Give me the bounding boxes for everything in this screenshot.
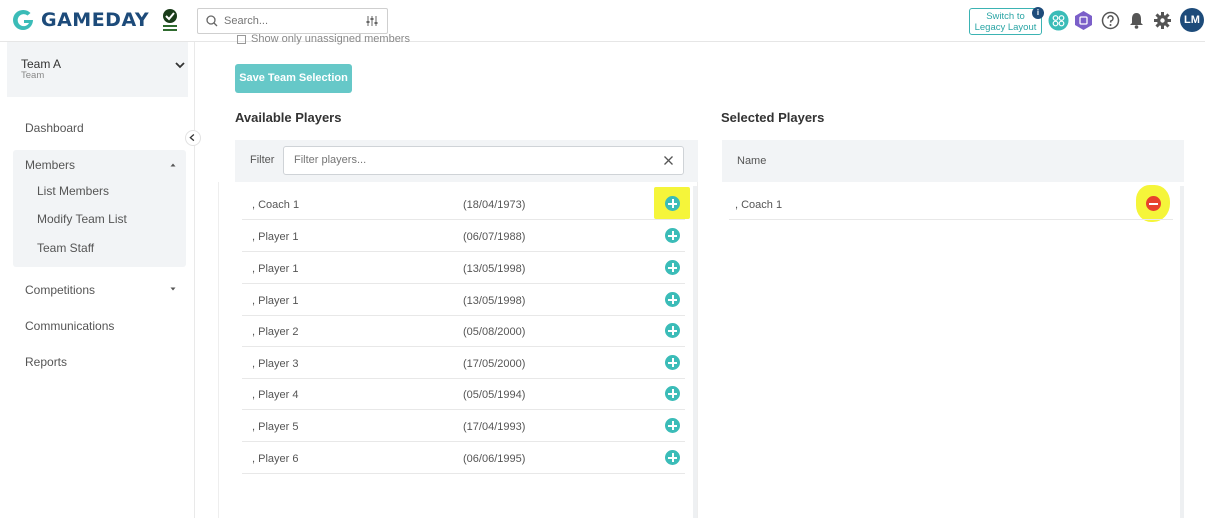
player-name: , Coach 1: [252, 199, 300, 211]
player-row: , Player 1 (06/07/1988): [242, 220, 685, 252]
scrollbar[interactable]: [1180, 186, 1184, 518]
sidebar-subitem-team-staff[interactable]: Team Staff: [37, 241, 94, 255]
filter-players-input[interactable]: [283, 146, 684, 175]
passport-icon[interactable]: [1073, 10, 1094, 31]
player-row: , Coach 1 (18/04/1973): [242, 188, 685, 220]
legacy-line-1: Switch to: [986, 11, 1025, 22]
selected-players-header: Name: [722, 140, 1184, 182]
team-name: Team A: [21, 57, 62, 71]
player-dob: (17/04/1993): [463, 421, 526, 433]
help-icon[interactable]: [1100, 10, 1121, 31]
switch-legacy-layout-button[interactable]: Switch to Legacy Layout i: [969, 7, 1044, 35]
player-dob: (18/04/1973): [463, 199, 526, 211]
settings-gear-icon[interactable]: [1152, 10, 1173, 31]
player-name: , Player 4: [252, 389, 299, 401]
checkbox-label: Show only unassigned members: [251, 33, 410, 45]
selected-players-title: Selected Players: [721, 110, 825, 125]
gameday-logo[interactable]: GAMEDAY: [11, 8, 149, 32]
player-dob: (13/05/1998): [463, 295, 526, 307]
notifications-bell-icon[interactable]: [1126, 10, 1147, 31]
selected-player-name: , Coach 1: [735, 199, 783, 211]
sidebar: Team A Team Dashboard Members List Membe…: [0, 42, 201, 518]
sidebar-subitem-list-members[interactable]: List Members: [37, 184, 109, 198]
add-player-button[interactable]: [665, 418, 680, 433]
player-row: , Player 1 (13/05/1998): [242, 284, 685, 316]
filter-bar: Filter: [235, 140, 698, 182]
player-name: , Player 1: [252, 231, 299, 243]
filter-sliders-icon[interactable]: [365, 14, 379, 28]
player-row: , Player 5 (17/04/1993): [242, 410, 685, 442]
sidebar-item-dashboard[interactable]: Dashboard: [25, 121, 84, 135]
search-input[interactable]: [224, 15, 354, 27]
player-name: , Player 2: [252, 326, 299, 338]
gameday-logo-icon: [13, 9, 33, 30]
player-dob: (05/08/2000): [463, 326, 526, 338]
player-row: , Player 3 (17/05/2000): [242, 347, 685, 379]
organisation-logo-icon: [163, 9, 177, 31]
player-row: , Player 2 (05/08/2000): [242, 315, 685, 347]
top-bar: GAMEDAY Switch to Legacy Layout i: [0, 0, 1205, 42]
add-player-button[interactable]: [665, 355, 680, 370]
apps-icon[interactable]: [1048, 10, 1069, 31]
caret-up-icon: [170, 163, 176, 167]
add-player-button[interactable]: [665, 196, 680, 211]
search-icon: [206, 15, 218, 27]
player-name: , Player 1: [252, 263, 299, 275]
player-name: , Player 6: [252, 453, 299, 465]
chevron-down-icon: [175, 62, 185, 69]
caret-down-icon: [170, 287, 176, 291]
player-name: , Player 1: [252, 295, 299, 307]
unassigned-filter-checkbox[interactable]: Show only unassigned members: [237, 33, 410, 45]
team-type: Team: [21, 70, 45, 81]
add-player-button[interactable]: [665, 228, 680, 243]
selected-player-row: , Coach 1: [729, 188, 1173, 220]
collapse-sidebar-button[interactable]: [185, 130, 201, 146]
player-dob: (06/06/1995): [463, 453, 526, 465]
player-dob: (06/07/1988): [463, 231, 526, 243]
add-player-button[interactable]: [665, 323, 680, 338]
player-name: , Player 3: [252, 358, 299, 370]
sidebar-item-reports[interactable]: Reports: [25, 355, 67, 369]
search-box[interactable]: [197, 8, 388, 34]
sidebar-subitem-modify-team-list[interactable]: Modify Team List: [37, 212, 127, 226]
filter-label: Filter: [250, 154, 275, 166]
add-player-button[interactable]: [665, 292, 680, 307]
player-dob: (05/05/1994): [463, 389, 526, 401]
name-column-header: Name: [737, 155, 767, 167]
available-players-title: Available Players: [235, 110, 342, 125]
add-player-button[interactable]: [665, 386, 680, 401]
add-player-button[interactable]: [665, 260, 680, 275]
player-name: , Player 5: [252, 421, 299, 433]
player-row: , Player 6 (06/06/1995): [242, 442, 685, 474]
player-dob: (17/05/2000): [463, 358, 526, 370]
team-switcher[interactable]: Team A Team: [7, 42, 188, 97]
clear-filter-icon[interactable]: [663, 155, 674, 166]
scrollbar[interactable]: [693, 186, 697, 518]
sidebar-item-competitions[interactable]: Competitions: [25, 283, 95, 297]
remove-player-button[interactable]: [1146, 196, 1161, 211]
filter-players-field[interactable]: [294, 154, 644, 166]
checkbox-box[interactable]: [237, 35, 246, 44]
player-dob: (13/05/1998): [463, 263, 526, 275]
brand-name: GAMEDAY: [41, 9, 150, 31]
user-avatar[interactable]: LM: [1180, 8, 1204, 32]
info-badge: i: [1032, 7, 1044, 19]
legacy-line-2: Legacy Layout: [974, 22, 1037, 33]
chevron-left-icon: [189, 134, 195, 142]
sidebar-item-members[interactable]: Members: [25, 158, 75, 172]
add-player-button[interactable]: [665, 450, 680, 465]
player-row: , Player 1 (13/05/1998): [242, 252, 685, 284]
save-team-selection-button[interactable]: Save Team Selection: [235, 64, 352, 93]
player-row: , Player 4 (05/05/1994): [242, 378, 685, 410]
sidebar-item-communications[interactable]: Communications: [25, 319, 114, 333]
